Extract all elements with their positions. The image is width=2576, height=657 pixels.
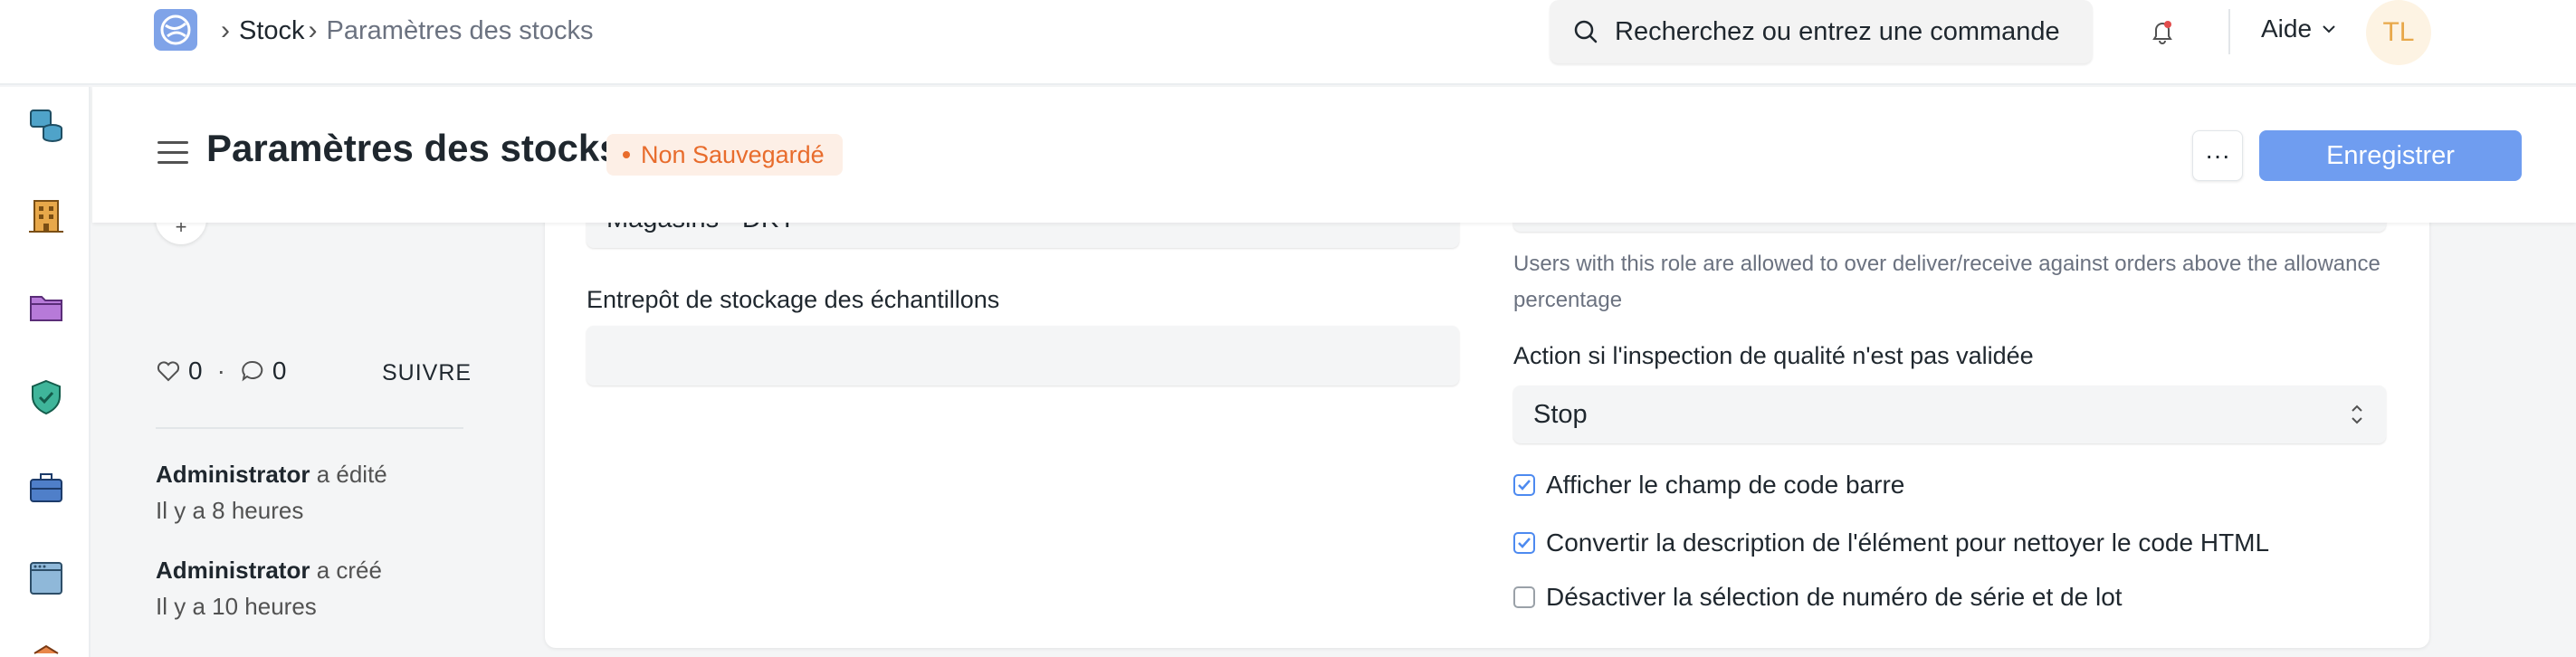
comments-count: 0 — [272, 357, 287, 385]
chevron-down-icon — [2323, 25, 2335, 33]
app-logo-icon[interactable] — [154, 9, 197, 51]
more-actions-button[interactable]: ··· — [2192, 130, 2243, 181]
role-description: Users with this role are allowed to over… — [1513, 252, 2380, 312]
activity-time: Il y a 10 heures — [156, 593, 317, 620]
page-title: Paramètres des stocks — [206, 127, 621, 169]
serial-batch-checkbox[interactable] — [1513, 586, 1535, 608]
top-navbar: › Stock › Paramètres des stocks Recherch… — [0, 0, 2576, 85]
briefcase-icon[interactable] — [27, 469, 65, 507]
breadcrumb-current[interactable]: Paramètres des stocks — [327, 16, 594, 46]
sample-warehouse-field[interactable] — [587, 326, 1459, 386]
status-badge: Non Sauvegardé — [606, 134, 843, 176]
activity-user[interactable]: Administrator — [156, 557, 310, 584]
activity-action: a créé — [316, 557, 382, 584]
module-sidebar — [0, 87, 91, 657]
buildings-icon[interactable] — [27, 197, 65, 235]
search-placeholder: Recherchez ou entrez une commande — [1615, 16, 2060, 46]
clean-html-checkbox[interactable] — [1513, 532, 1535, 554]
barcode-checkbox[interactable] — [1513, 474, 1535, 496]
page-header: Paramètres des stocks Non Sauvegardé ···… — [92, 87, 2576, 223]
status-badge-label: Non Sauvegardé — [641, 140, 825, 168]
comment-icon[interactable] — [240, 358, 265, 384]
checkbox-row-clean-html[interactable]: Convertir la description de l'élément po… — [1513, 528, 2269, 557]
chevron-right-icon: › — [308, 15, 318, 45]
help-dropdown[interactable]: Aide — [2261, 14, 2339, 43]
qi-action-value: Stop — [1533, 399, 1588, 429]
chevron-right-icon: › — [221, 15, 230, 45]
window-icon[interactable] — [27, 559, 65, 597]
notification-bell-icon[interactable] — [2147, 16, 2178, 47]
checkbox-row-serial-batch[interactable]: Désactiver la sélection de numéro de sér… — [1513, 583, 2123, 612]
breadcrumb: › Stock › Paramètres des stocks — [217, 13, 593, 49]
barcode-checkbox-label: Afficher le champ de code barre — [1546, 471, 1905, 499]
status-dot-icon — [623, 151, 630, 158]
likes-count: 0 — [188, 357, 203, 385]
activity-item: Administrator a édité Il y a 8 heures — [156, 456, 387, 528]
follow-button[interactable]: SUIVRE — [382, 360, 472, 386]
save-button[interactable]: Enregistrer — [2259, 130, 2522, 181]
qi-action-select[interactable]: Stop — [1513, 386, 2386, 443]
left-panel-divider — [156, 427, 463, 429]
breadcrumb-stock[interactable]: Stock — [239, 16, 305, 46]
shield-check-icon[interactable] — [27, 378, 65, 416]
navbar-divider — [2228, 9, 2230, 54]
folder-icon[interactable] — [27, 288, 65, 326]
sample-warehouse-label: Entrepôt de stockage des échantillons — [587, 286, 1000, 313]
activity-user[interactable]: Administrator — [156, 461, 310, 488]
select-arrows-icon — [2352, 405, 2362, 424]
qi-action-label: Action si l'inspection de qualité n'est … — [1513, 342, 2034, 369]
partial-icon[interactable] — [27, 641, 65, 657]
doc-stats: 0 · 0 — [156, 357, 286, 386]
serial-batch-checkbox-label: Désactiver la sélection de numéro de sér… — [1546, 583, 2123, 611]
stock-icon[interactable] — [27, 107, 65, 145]
menu-toggle-icon[interactable] — [157, 141, 188, 167]
help-label: Aide — [2261, 14, 2313, 43]
search-icon — [1574, 20, 1598, 43]
heart-icon[interactable] — [156, 358, 181, 384]
activity-item: Administrator a créé Il y a 10 heures — [156, 552, 382, 624]
activity-action: a édité — [316, 461, 387, 488]
activity-time: Il y a 8 heures — [156, 497, 304, 524]
avatar[interactable]: TL — [2366, 0, 2431, 65]
stats-separator: · — [216, 357, 225, 385]
clean-html-checkbox-label: Convertir la description de l'élément po… — [1546, 528, 2270, 557]
search-bar[interactable]: Recherchez ou entrez une commande — [1550, 0, 2093, 63]
settings-form-card: Magasins - DKY Entrepôt de stockage des … — [545, 181, 2429, 648]
checkbox-row-barcode[interactable]: Afficher le champ de code barre — [1513, 471, 1904, 500]
